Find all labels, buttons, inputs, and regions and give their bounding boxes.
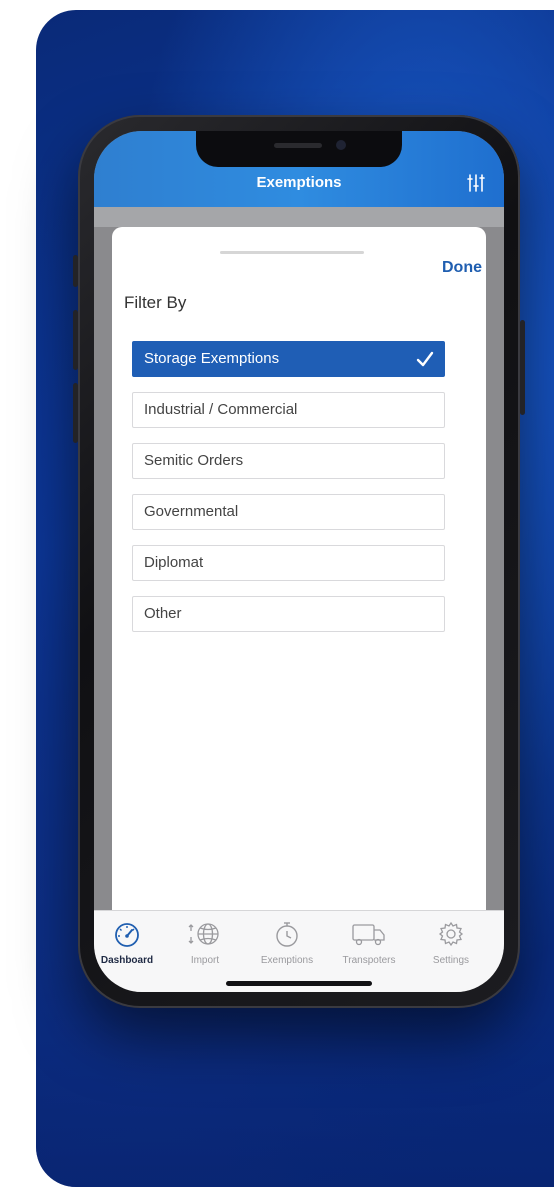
checkmark-icon [416,351,434,367]
sheet-grabber[interactable] [220,251,364,254]
tab-settings[interactable]: Settings [410,919,492,966]
filter-option-industrial-commercial[interactable]: Industrial / Commercial [132,392,445,428]
speedometer-icon [115,923,139,947]
front-camera [336,140,346,150]
tab-bar: Dashboard Import Exemptions Transpoters … [94,910,504,992]
tab-label: Exemptions [260,955,314,966]
earpiece-speaker [274,143,322,148]
tab-import[interactable]: Import [164,919,246,966]
tab-label: Dashboard [100,955,154,966]
tab-exemptions[interactable]: Exemptions [246,919,328,966]
stopwatch-icon [276,922,298,947]
phone-frame: Exemptions Done Filter By Storage Exempt… [73,115,525,1008]
done-button[interactable]: Done [442,259,482,277]
option-label: Diplomat [144,554,204,571]
option-label: Storage Exemptions [144,350,280,367]
option-label: Semitic Orders [144,452,244,469]
globe-icon [188,923,219,945]
dimmed-background [94,207,504,227]
filter-option-diplomat[interactable]: Diplomat [132,545,445,581]
option-label: Industrial / Commercial [144,401,298,418]
gear-icon [438,921,464,947]
filter-heading: Filter By [124,293,187,312]
tab-dashboard[interactable]: Dashboard [94,919,168,966]
truck-icon [352,924,385,946]
mute-switch [73,255,78,287]
sliders-icon[interactable] [466,173,486,193]
tab-label: Transpoters [342,955,396,966]
filter-option-storage-exemptions[interactable]: Storage Exemptions [132,341,445,377]
volume-down-button [73,383,78,443]
power-button [520,320,525,415]
filter-options: Storage Exemptions Industrial / Commerci… [132,341,445,647]
phone-screen: Exemptions Done Filter By Storage Exempt… [94,131,504,992]
filter-option-other[interactable]: Other [132,596,445,632]
tab-label: Settings [432,955,470,966]
tab-label: Import [190,955,220,966]
option-label: Governmental [144,503,239,520]
home-indicator[interactable] [226,981,372,986]
filter-option-governmental[interactable]: Governmental [132,494,445,530]
filter-option-semitic-orders[interactable]: Semitic Orders [132,443,445,479]
tab-transpoters[interactable]: Transpoters [328,919,410,966]
notch [196,131,402,167]
page-title: Exemptions [256,174,342,191]
volume-up-button [73,310,78,370]
option-label: Other [144,605,182,622]
filter-sheet: Done Filter By Storage Exemptions Indust… [112,227,486,927]
